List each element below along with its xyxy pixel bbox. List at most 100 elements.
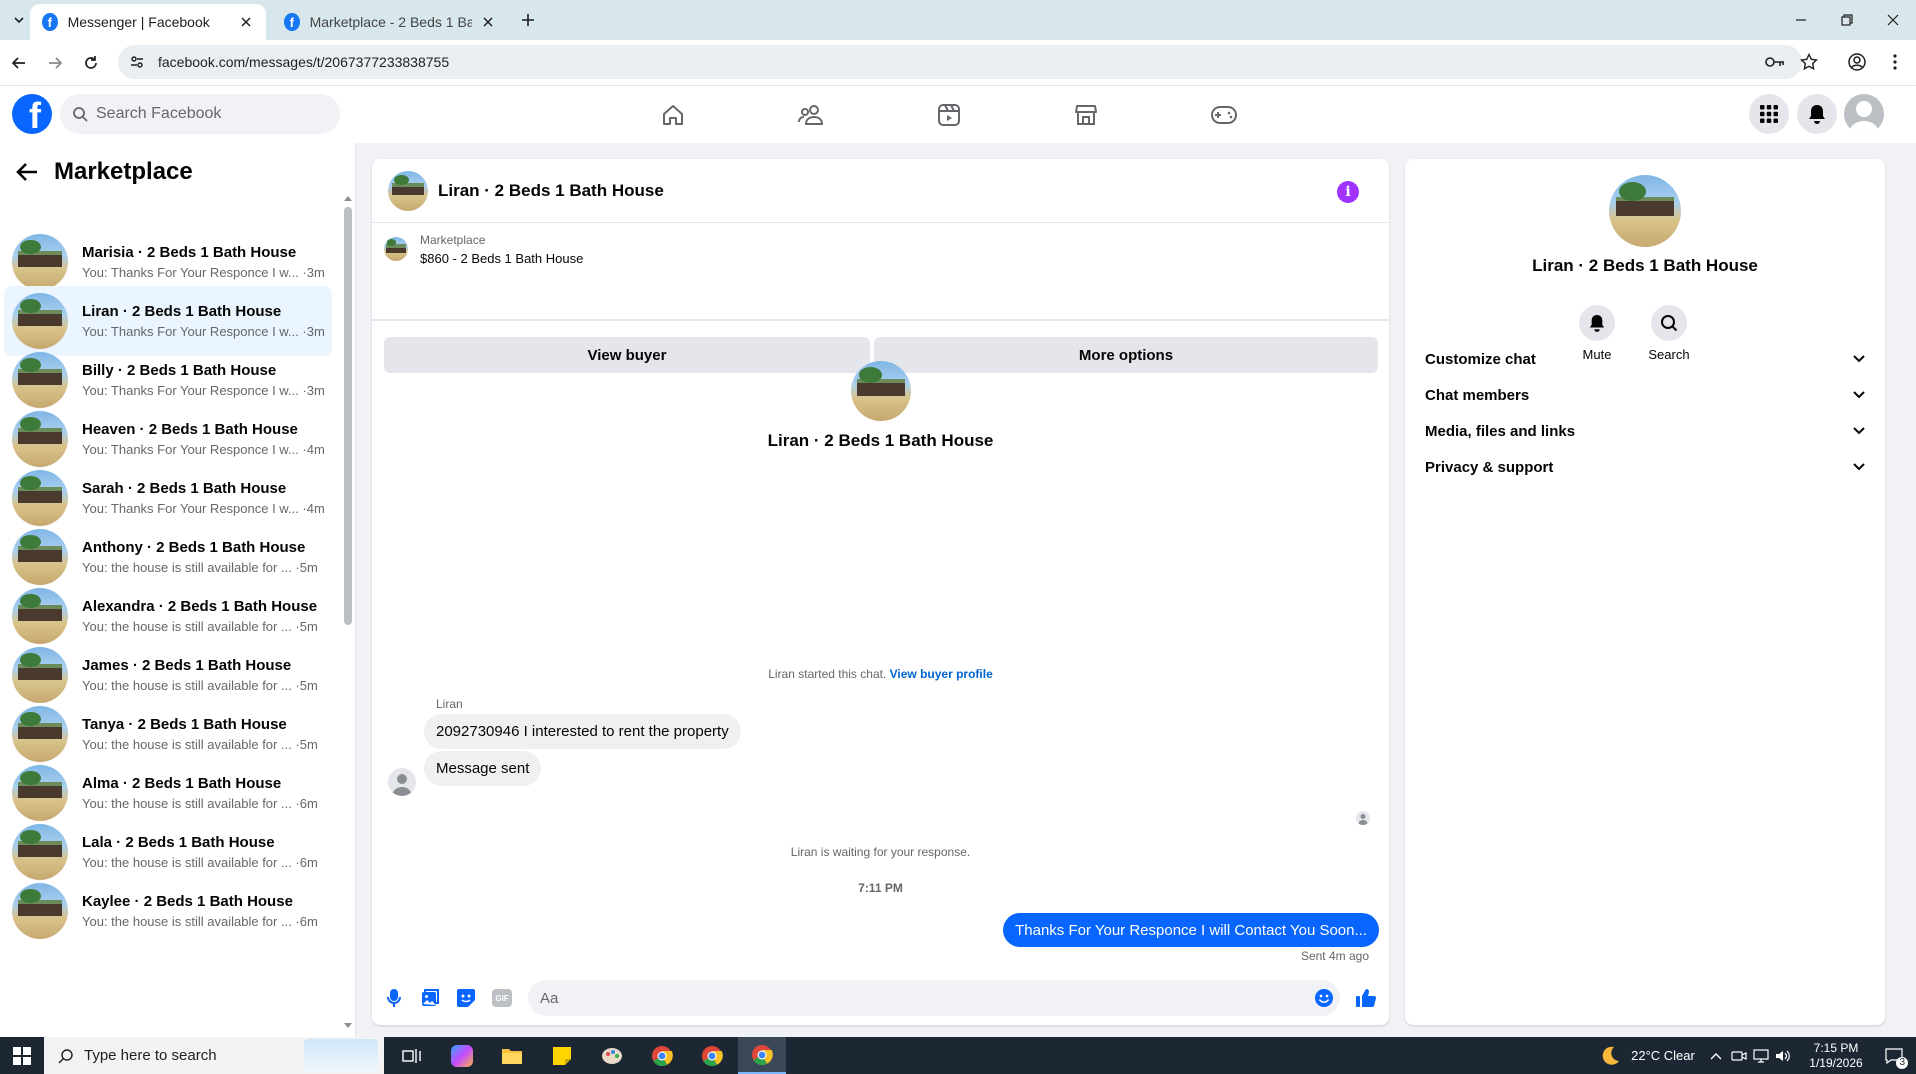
info-section-row[interactable]: Privacy & support [1413,445,1877,489]
close-icon [241,17,251,27]
listing-thumbnail[interactable] [384,237,408,261]
sticker-button[interactable] [452,984,480,1012]
conversation-text: Anthony · 2 Beds 1 Bath House You: the ho… [82,539,318,575]
reload-icon [85,56,97,69]
nav-home[interactable] [617,92,729,138]
info-avatar[interactable] [1609,175,1681,247]
taskbar-paint[interactable] [588,1037,636,1074]
taskbar-chrome-3[interactable] [738,1037,786,1074]
view-buyer-profile-link[interactable]: View buyer profile [890,667,993,681]
scroll-up-arrow[interactable] [342,193,354,203]
site-info-icon[interactable] [122,47,152,77]
taskbar-copilot[interactable] [438,1037,486,1074]
view-buyer-button[interactable]: View buyer [384,337,870,373]
facebook-top-nav: f Search Facebook [0,86,1916,143]
gaming-icon [1211,106,1237,124]
reload-button[interactable] [78,50,104,76]
weather-text: 22°C Clear [1631,1048,1695,1063]
notifications-button[interactable] [1797,94,1837,134]
thumbs-up-icon [1356,989,1376,1008]
voice-clip-button[interactable] [380,984,408,1012]
like-button[interactable] [1352,984,1380,1012]
nav-video[interactable] [893,92,1005,138]
browser-menu-icon[interactable] [1880,47,1910,77]
back-button[interactable] [12,157,42,187]
minimize-window-button[interactable] [1778,0,1824,40]
info-icon[interactable]: i [1337,181,1359,203]
meet-now-icon[interactable] [1728,1037,1750,1074]
chat-avatar[interactable] [388,170,428,211]
taskbar-chrome-2[interactable] [688,1037,736,1074]
chat-title[interactable]: Liran · 2 Beds 1 Bath House [438,181,664,201]
listing-title[interactable]: $860 - 2 Beds 1 Bath House [420,251,583,266]
conversation-name: Lala · 2 Beds 1 Bath House [82,834,275,851]
conversation-preview: You: the house is still available for ..… [82,796,318,811]
password-key-icon[interactable] [1760,47,1790,77]
nav-marketplace[interactable] [1030,92,1142,138]
chevron-down-icon [1853,427,1865,435]
conversation-name: Sarah · 2 Beds 1 Bath House [82,480,287,497]
close-icon [483,17,493,27]
taskbar-clock[interactable]: 7:15 PM 1/19/2026 [1796,1041,1876,1071]
sidebar-scrollbar[interactable] [344,207,352,625]
facebook-search-input[interactable]: Search Facebook [60,94,340,134]
attach-photo-button[interactable] [416,984,444,1012]
taskbar-search-input[interactable]: Type here to search [44,1037,384,1074]
nav-friends[interactable] [755,92,867,138]
friends-icon [798,105,824,125]
nav-gaming[interactable] [1168,92,1280,138]
conversation-preview: You: the house is still available for ..… [82,737,318,752]
address-bar[interactable]: facebook.com/messages/t/2067377233838755 [118,45,1802,79]
url-text: facebook.com/messages/t/2067377233838755 [158,54,450,70]
conversation-text: James · 2 Beds 1 Bath House You: the hous… [82,657,318,693]
taskbar-chrome-1[interactable] [638,1037,686,1074]
task-view-button[interactable] [388,1037,436,1074]
weather-widget[interactable]: 22°C Clear [1582,1037,1712,1074]
forward-button[interactable] [42,50,68,76]
sender-avatar[interactable] [388,768,416,796]
browser-tab-marketplace[interactable]: f Marketplace - 2 Beds 1 Bath Ho [272,4,508,40]
message-composer: GIF [372,975,1389,1021]
scroll-down-arrow[interactable] [342,1021,354,1031]
network-icon[interactable] [1750,1037,1772,1074]
back-button[interactable] [6,50,32,76]
gif-button[interactable]: GIF [488,984,516,1012]
outgoing-message[interactable]: Thanks For Your Responce I will Contact … [1003,913,1379,947]
clock-time: 7:15 PM [1813,1041,1859,1055]
volume-icon[interactable] [1772,1037,1794,1074]
notification-center-button[interactable]: 3 [1874,1037,1914,1074]
minimize-icon [1796,19,1806,21]
close-window-button[interactable] [1870,0,1916,40]
browser-tab-bar: f Messenger | Facebook f Marketplace - 2… [0,0,1916,40]
facebook-logo[interactable]: f [12,94,52,134]
conversation-name: Kaylee · 2 Beds 1 Bath House [82,893,293,910]
sidebar-header: Marketplace [12,157,193,187]
close-tab-button[interactable] [480,13,496,31]
chevron-up-icon [1710,1052,1722,1059]
incoming-message[interactable]: 2092730946 I interested to rent the prop… [424,714,741,749]
chat-info-panel: Liran · 2 Beds 1 Bath House Mute Search … [1405,159,1885,1025]
close-tab-button[interactable] [238,13,254,31]
chat-started-notice: Liran started this chat. View buyer prof… [372,667,1389,681]
conversation-item[interactable]: Kaylee · 2 Beds 1 Bath House You: the hou… [4,876,332,946]
conversation-avatar [12,470,68,526]
search-placeholder: Search Facebook [96,105,222,122]
profile-icon[interactable] [1842,47,1872,77]
incoming-message[interactable]: Message sent [424,751,542,786]
emoji-button[interactable] [1310,984,1338,1012]
more-options-button[interactable]: More options [874,337,1378,373]
taskbar-sticky-notes[interactable] [538,1037,586,1074]
message-input[interactable] [528,980,1340,1016]
account-avatar[interactable] [1844,94,1884,134]
tab-search-button[interactable] [6,8,32,32]
bookmark-star-icon[interactable] [1794,47,1824,77]
show-hidden-icons-button[interactable] [1704,1037,1728,1074]
restore-window-button[interactable] [1824,0,1870,40]
new-tab-button[interactable] [516,8,540,32]
arrow-left-icon [16,163,37,181]
conversation-text: Sarah · 2 Beds 1 Bath House You: Thanks F… [82,480,325,516]
start-button[interactable] [0,1037,44,1074]
taskbar-file-explorer[interactable] [488,1037,536,1074]
browser-tab-messenger[interactable]: f Messenger | Facebook [30,4,266,40]
menu-button[interactable] [1749,94,1789,134]
